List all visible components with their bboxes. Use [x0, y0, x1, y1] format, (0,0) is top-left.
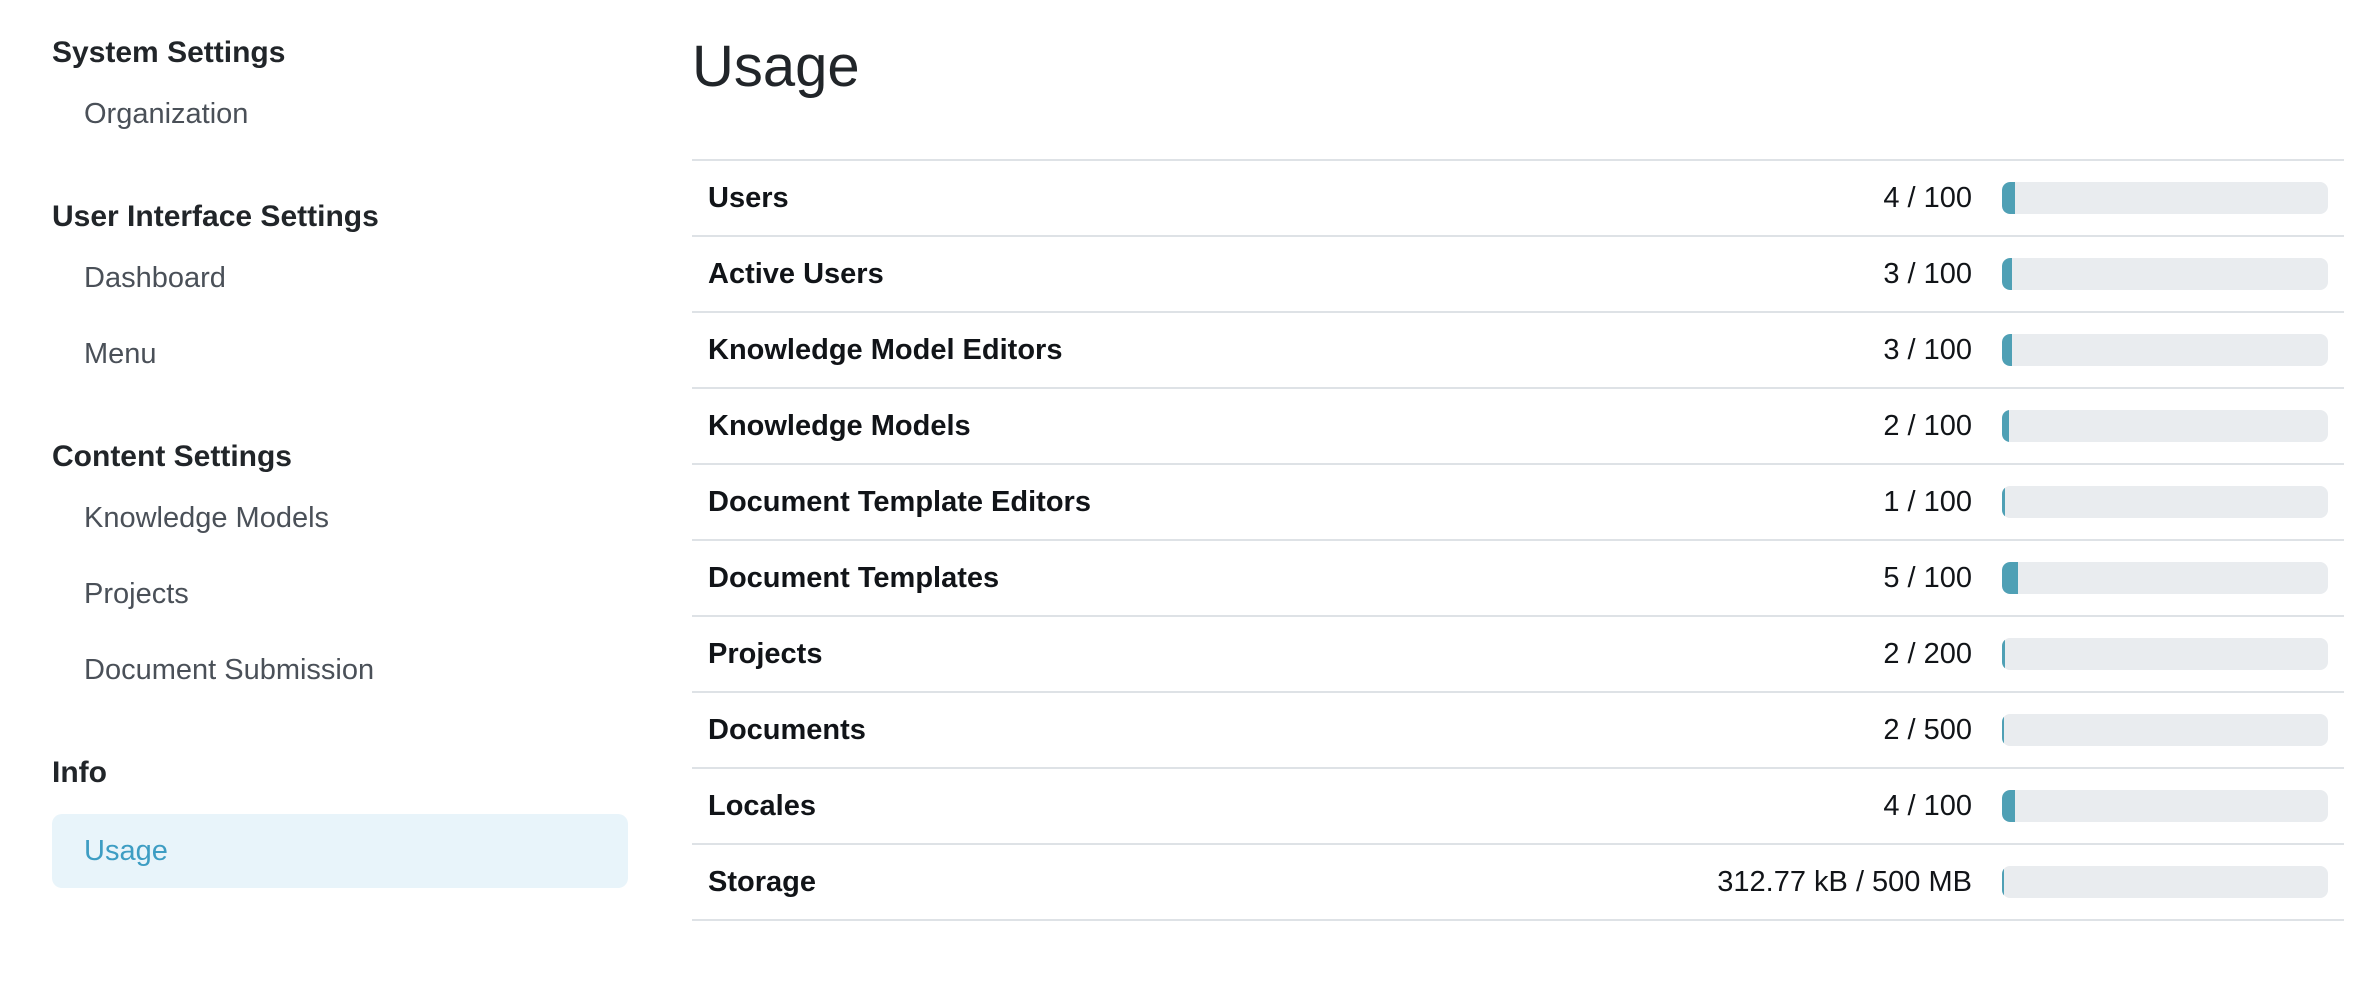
- usage-progress-bar: [2002, 410, 2328, 442]
- usage-progress-fill: [2002, 866, 2004, 898]
- usage-value: 2 / 200: [1883, 637, 1972, 670]
- usage-progress-fill: [2002, 790, 2016, 822]
- usage-label: Knowledge Models: [708, 409, 971, 442]
- usage-progress-fill: [2002, 714, 2004, 746]
- sidebar-item-document-submission[interactable]: Document Submission: [52, 632, 628, 708]
- sidebar-item-projects[interactable]: Projects: [52, 556, 628, 632]
- usage-progress-fill: [2002, 562, 2019, 594]
- sidebar-section-info: Info Usage: [52, 750, 628, 888]
- usage-label: Documents: [708, 713, 866, 746]
- usage-progress-bar: [2002, 714, 2328, 746]
- sidebar-section-title: Content Settings: [52, 440, 292, 473]
- sidebar-item-dashboard[interactable]: Dashboard: [52, 240, 628, 316]
- table-row: Document Template Editors 1 / 100: [692, 465, 2344, 541]
- table-row: Knowledge Model Editors 3 / 100: [692, 313, 2344, 389]
- sidebar-section-system: System Settings Organization: [52, 30, 628, 152]
- usage-progress-fill: [2002, 182, 2016, 214]
- usage-value: 4 / 100: [1883, 181, 1972, 214]
- usage-progress-bar: [2002, 486, 2328, 518]
- sidebar-item-menu[interactable]: Menu: [52, 316, 628, 392]
- usage-progress-fill: [2002, 638, 2006, 670]
- usage-value: 3 / 100: [1883, 257, 1972, 290]
- usage-progress-bar: [2002, 182, 2328, 214]
- usage-progress-fill: [2002, 258, 2012, 290]
- sidebar-item-organization[interactable]: Organization: [52, 76, 628, 152]
- table-row: Users 4 / 100: [692, 161, 2344, 237]
- page-title: Usage: [692, 34, 860, 99]
- usage-label: Document Template Editors: [708, 485, 1091, 518]
- sidebar-section-title: Info: [52, 756, 107, 789]
- usage-label: Active Users: [708, 257, 884, 290]
- sidebar: System Settings Organization User Interf…: [52, 30, 628, 888]
- main-content: Usage Users 4 / 100 Active Users 3 / 100 Kno…: [692, 0, 2344, 921]
- sidebar-section-title: User Interface Settings: [52, 200, 379, 233]
- usage-progress-fill: [2002, 486, 2006, 518]
- usage-progress-bar: [2002, 790, 2328, 822]
- usage-label: Storage: [708, 865, 816, 898]
- usage-value: 2 / 100: [1883, 409, 1972, 442]
- usage-label: Document Templates: [708, 561, 1000, 594]
- table-row: Locales 4 / 100: [692, 769, 2344, 845]
- usage-label: Projects: [708, 637, 823, 670]
- sidebar-section-ui: User Interface Settings Dashboard Menu: [52, 194, 628, 392]
- sidebar-section-content: Content Settings Knowledge Models Projec…: [52, 434, 628, 708]
- usage-label: Users: [708, 181, 789, 214]
- usage-table: Users 4 / 100 Active Users 3 / 100 Knowledge…: [692, 159, 2344, 921]
- usage-value: 4 / 100: [1883, 789, 1972, 822]
- usage-progress-fill: [2002, 334, 2012, 366]
- sidebar-item-usage[interactable]: Usage: [52, 814, 628, 888]
- usage-value: 5 / 100: [1883, 561, 1972, 594]
- usage-progress-bar: [2002, 334, 2328, 366]
- usage-value: 312.77 kB / 500 MB: [1717, 865, 1972, 898]
- table-row: Document Templates 5 / 100: [692, 541, 2344, 617]
- usage-value: 2 / 500: [1883, 713, 1972, 746]
- usage-progress-bar: [2002, 866, 2328, 898]
- usage-progress-bar: [2002, 258, 2328, 290]
- sidebar-section-title: System Settings: [52, 36, 286, 69]
- usage-label: Knowledge Model Editors: [708, 333, 1063, 366]
- usage-progress-bar: [2002, 638, 2328, 670]
- usage-label: Locales: [708, 789, 816, 822]
- usage-value: 1 / 100: [1883, 485, 1972, 518]
- table-row: Projects 2 / 200: [692, 617, 2344, 693]
- table-row: Active Users 3 / 100: [692, 237, 2344, 313]
- sidebar-item-knowledge-models[interactable]: Knowledge Models: [52, 480, 628, 556]
- usage-value: 3 / 100: [1883, 333, 1972, 366]
- table-row: Storage 312.77 kB / 500 MB: [692, 845, 2344, 921]
- table-row: Knowledge Models 2 / 100: [692, 389, 2344, 465]
- usage-progress-bar: [2002, 562, 2328, 594]
- usage-progress-fill: [2002, 410, 2009, 442]
- table-row: Documents 2 / 500: [692, 693, 2344, 769]
